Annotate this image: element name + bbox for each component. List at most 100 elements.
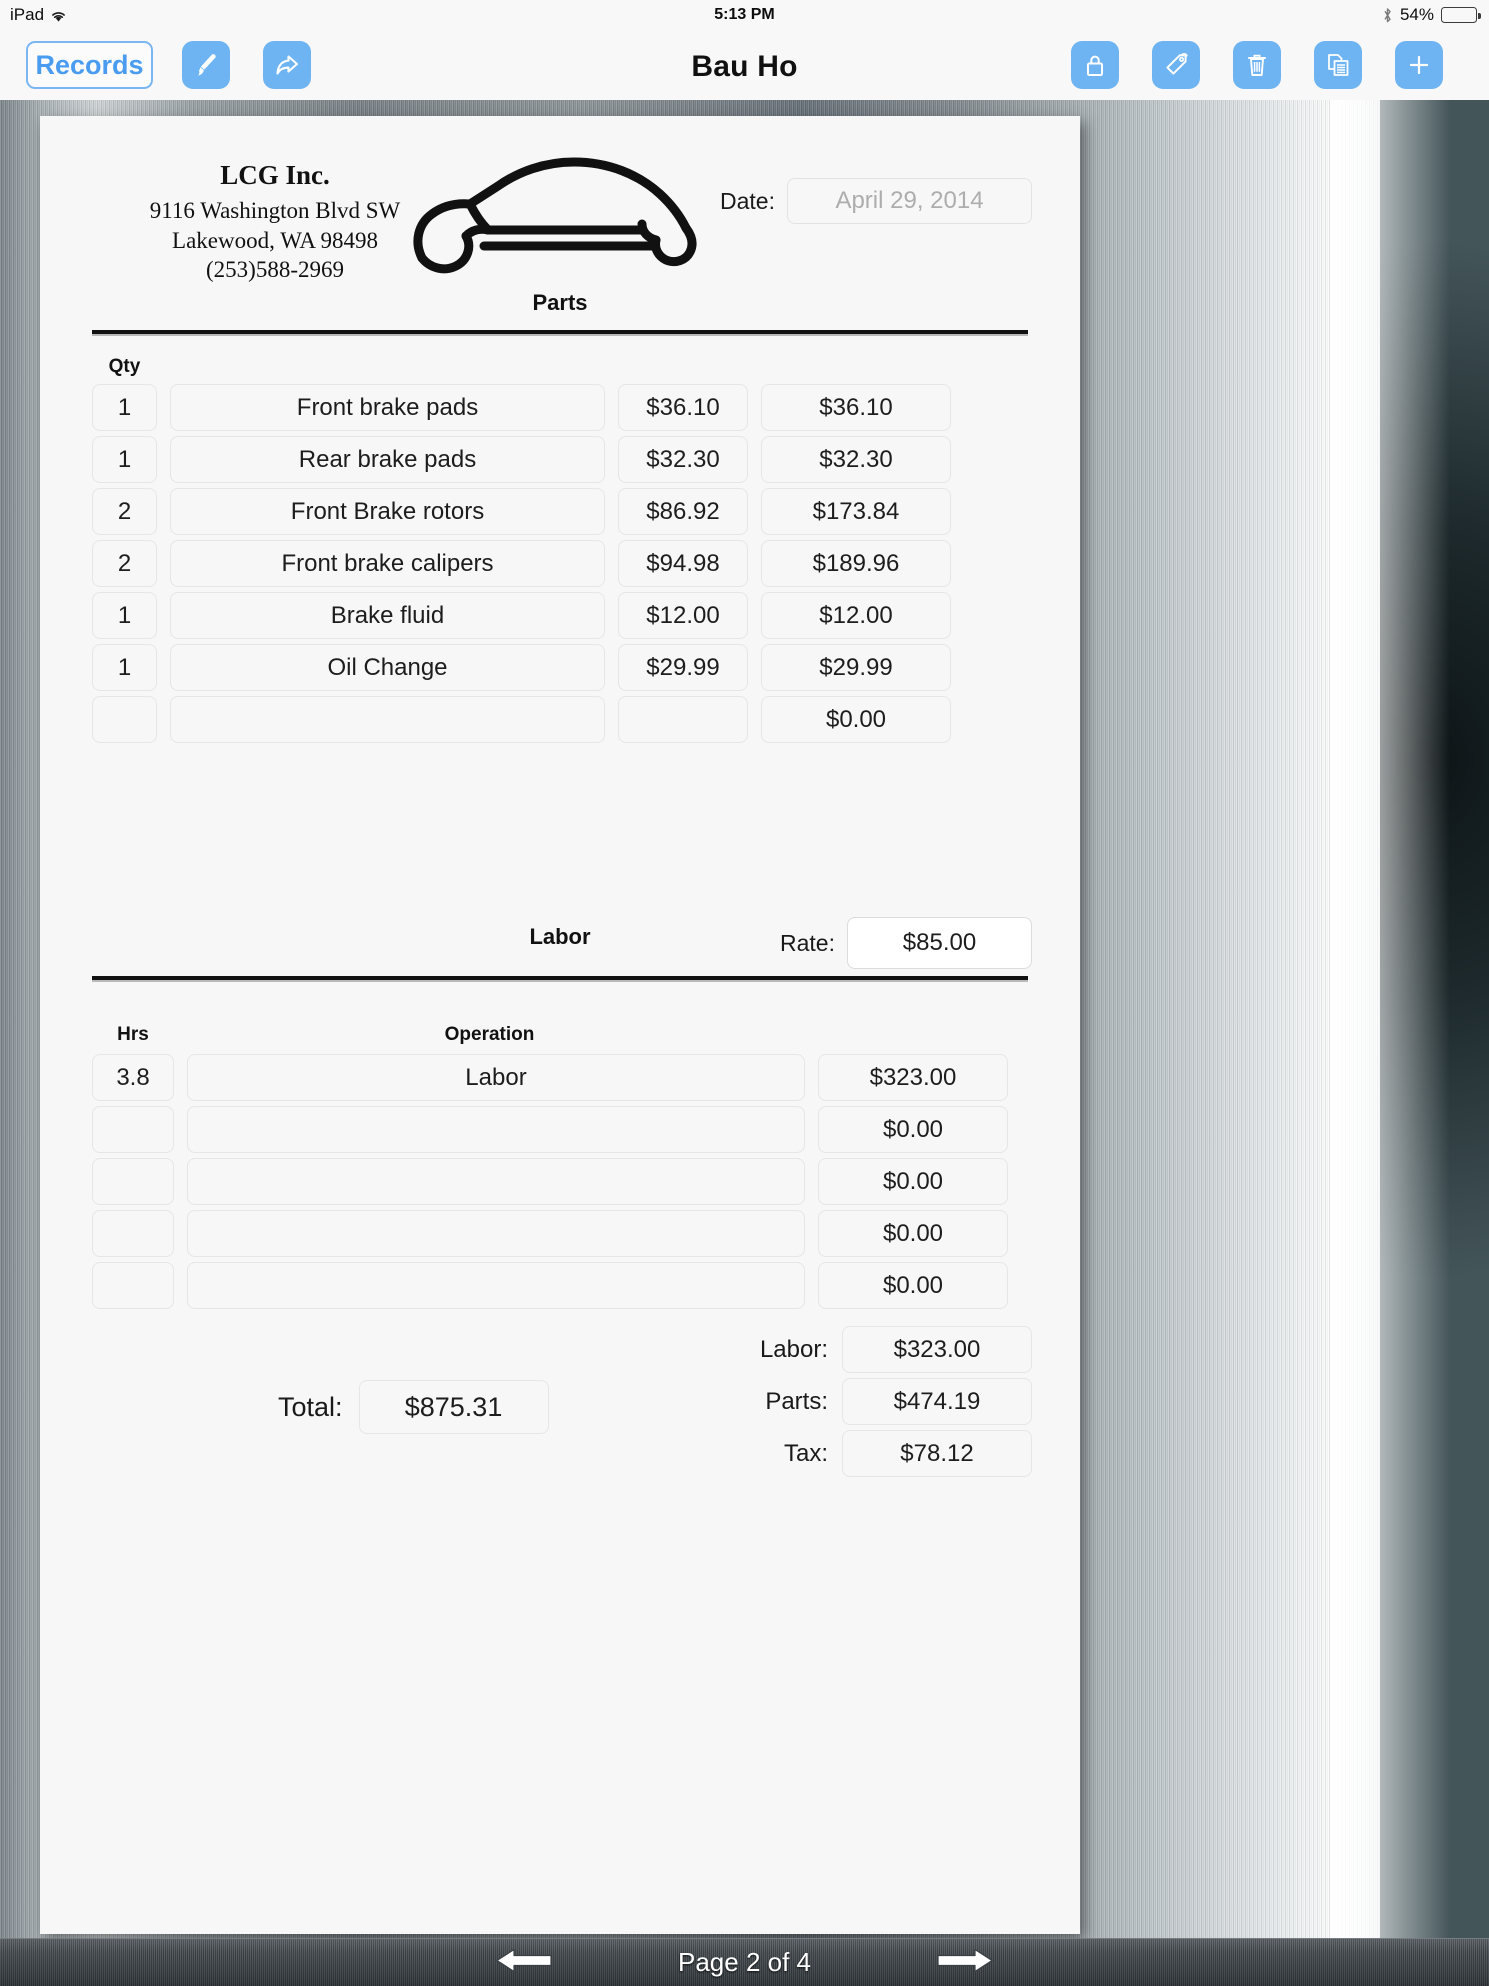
labor-total-label: Labor:: [759, 1335, 828, 1363]
part-price-cell[interactable]: [618, 696, 748, 743]
rate-row: Rate: $85.00: [780, 917, 1032, 969]
next-page-button[interactable]: [936, 1945, 994, 1980]
page-navigation-bar: Page 2 of 4: [0, 1938, 1489, 1986]
parts-table: 1 Front brake pads $36.10 $36.10 1 Rear brake…: [40, 384, 1080, 748]
totals-right-column: Labor: $323.00 Parts: $474.19 Tax: $78.1…: [760, 1326, 1032, 1477]
table-row: $0.00: [92, 1106, 1028, 1158]
invoice-document: LCG Inc. 9116 Washington Blvd SW Lakewoo…: [40, 116, 1080, 1934]
parts-column-headers: Qty: [92, 356, 1028, 378]
labor-header: Labor Rate: $85.00: [40, 914, 1080, 976]
tax-total-row: Tax: $78.12: [760, 1430, 1032, 1477]
status-bar-right: 54%: [1382, 5, 1481, 25]
part-total-cell[interactable]: $173.84: [761, 488, 951, 535]
part-price-cell[interactable]: $29.99: [618, 644, 748, 691]
part-total-cell[interactable]: $0.00: [761, 696, 951, 743]
grand-total-label: Total:: [278, 1391, 343, 1422]
table-row: $0.00: [92, 1158, 1028, 1210]
battery-percent-label: 54%: [1399, 5, 1434, 24]
parts-total-value[interactable]: $474.19: [842, 1378, 1032, 1425]
company-info: LCG Inc. 9116 Washington Blvd SW Lakewoo…: [110, 160, 440, 285]
table-row: 1 Front brake pads $36.10 $36.10: [92, 384, 1028, 436]
part-qty-cell[interactable]: 2: [92, 540, 157, 587]
labor-operation-cell[interactable]: [187, 1210, 805, 1257]
grand-total-value[interactable]: $875.31: [358, 1380, 549, 1434]
table-row: 1 Oil Change $29.99 $29.99: [92, 644, 1028, 696]
part-qty-cell[interactable]: 1: [92, 644, 157, 691]
labor-table: 3.8 Labor $323.00 $0.00 $0.00 $0.00 $0.00: [40, 1054, 1080, 1314]
background-metal-fade: [1330, 100, 1450, 1986]
labor-amount-cell[interactable]: $0.00: [818, 1106, 1008, 1153]
table-row: 2 Front Brake rotors $86.92 $173.84: [92, 488, 1028, 540]
date-label: Date:: [720, 187, 775, 214]
labor-operation-cell[interactable]: [187, 1262, 805, 1309]
labor-amount-cell[interactable]: $323.00: [818, 1054, 1008, 1101]
operation-header: Operation: [444, 1024, 535, 1045]
parts-section-title: Parts: [532, 290, 588, 315]
date-input[interactable]: April 29, 2014: [787, 178, 1032, 224]
part-total-cell[interactable]: $36.10: [761, 384, 951, 431]
part-description-cell[interactable]: Front Brake rotors: [170, 488, 605, 535]
part-total-cell[interactable]: $32.30: [761, 436, 951, 483]
part-price-cell[interactable]: $86.92: [618, 488, 748, 535]
part-description-cell[interactable]: Brake fluid: [170, 592, 605, 639]
labor-operation-cell[interactable]: [187, 1106, 805, 1153]
rate-input[interactable]: $85.00: [847, 917, 1032, 969]
labor-hrs-cell[interactable]: [92, 1106, 174, 1153]
company-address-line1: 9116 Washington Blvd SW: [149, 198, 401, 223]
table-row: 3.8 Labor $323.00: [92, 1054, 1028, 1106]
part-qty-cell[interactable]: 2: [92, 488, 157, 535]
tax-value[interactable]: $78.12: [842, 1430, 1032, 1477]
clock-label: 5:13 PM: [714, 6, 775, 23]
labor-hrs-cell[interactable]: [92, 1210, 174, 1257]
nav-toolbar: Records Bau Ho: [0, 30, 1489, 100]
part-description-cell[interactable]: Rear brake pads: [170, 436, 605, 483]
part-description-cell[interactable]: Front brake calipers: [170, 540, 605, 587]
part-description-cell[interactable]: Front brake pads: [170, 384, 605, 431]
bluetooth-icon: [1382, 7, 1393, 24]
part-price-cell[interactable]: $94.98: [618, 540, 748, 587]
parts-total-label: Parts:: [765, 1387, 828, 1415]
part-price-cell[interactable]: $36.10: [618, 384, 748, 431]
battery-icon: [1441, 7, 1481, 23]
table-row: 2 Front brake calipers $94.98 $189.96: [92, 540, 1028, 592]
date-row: Date: April 29, 2014: [720, 178, 1032, 224]
labor-amount-cell[interactable]: $0.00: [818, 1210, 1008, 1257]
parts-divider: [92, 330, 1028, 334]
part-total-cell[interactable]: $189.96: [761, 540, 951, 587]
status-bar: iPad 5:13 PM 54%: [0, 0, 1489, 30]
table-row: $0.00: [92, 1262, 1028, 1314]
labor-operation-cell[interactable]: Labor: [187, 1054, 805, 1101]
prev-page-button[interactable]: [495, 1945, 553, 1980]
table-row: $0.00: [92, 1210, 1028, 1262]
labor-hrs-cell[interactable]: [92, 1158, 174, 1205]
labor-total-value[interactable]: $323.00: [842, 1326, 1032, 1373]
part-qty-cell[interactable]: 1: [92, 384, 157, 431]
labor-hrs-cell[interactable]: [92, 1262, 174, 1309]
part-total-cell[interactable]: $12.00: [761, 592, 951, 639]
part-qty-cell[interactable]: 1: [92, 436, 157, 483]
table-row: 1 Rear brake pads $32.30 $32.30: [92, 436, 1028, 488]
hrs-header: Hrs: [117, 1024, 149, 1045]
part-description-cell[interactable]: Oil Change: [170, 644, 605, 691]
labor-amount-cell[interactable]: $0.00: [818, 1262, 1008, 1309]
labor-total-row: Labor: $323.00: [760, 1326, 1032, 1373]
tax-label: Tax:: [783, 1439, 828, 1467]
part-qty-cell[interactable]: [92, 696, 157, 743]
company-address-line2: Lakewood, WA 98498: [172, 227, 378, 253]
part-price-cell[interactable]: $12.00: [618, 592, 748, 639]
table-row: $0.00: [92, 696, 1028, 748]
page-title: Bau Ho: [691, 50, 798, 83]
labor-operation-cell[interactable]: [187, 1158, 805, 1205]
qty-header: Qty: [108, 356, 141, 377]
labor-hrs-cell[interactable]: 3.8: [92, 1054, 174, 1101]
part-description-cell[interactable]: [170, 696, 605, 743]
part-total-cell[interactable]: $29.99: [761, 644, 951, 691]
part-qty-cell[interactable]: 1: [92, 592, 157, 639]
page-indicator-label: Page 2 of 4: [678, 1947, 811, 1977]
document-header: LCG Inc. 9116 Washington Blvd SW Lakewoo…: [40, 116, 1080, 286]
totals-section: Labor: $323.00 Parts: $474.19 Tax: $78.1…: [40, 1326, 1080, 1496]
part-price-cell[interactable]: $32.30: [618, 436, 748, 483]
labor-column-headers: Hrs Operation: [92, 1024, 1028, 1046]
labor-amount-cell[interactable]: $0.00: [818, 1158, 1008, 1205]
car-wrench-logo-icon: [410, 146, 700, 281]
